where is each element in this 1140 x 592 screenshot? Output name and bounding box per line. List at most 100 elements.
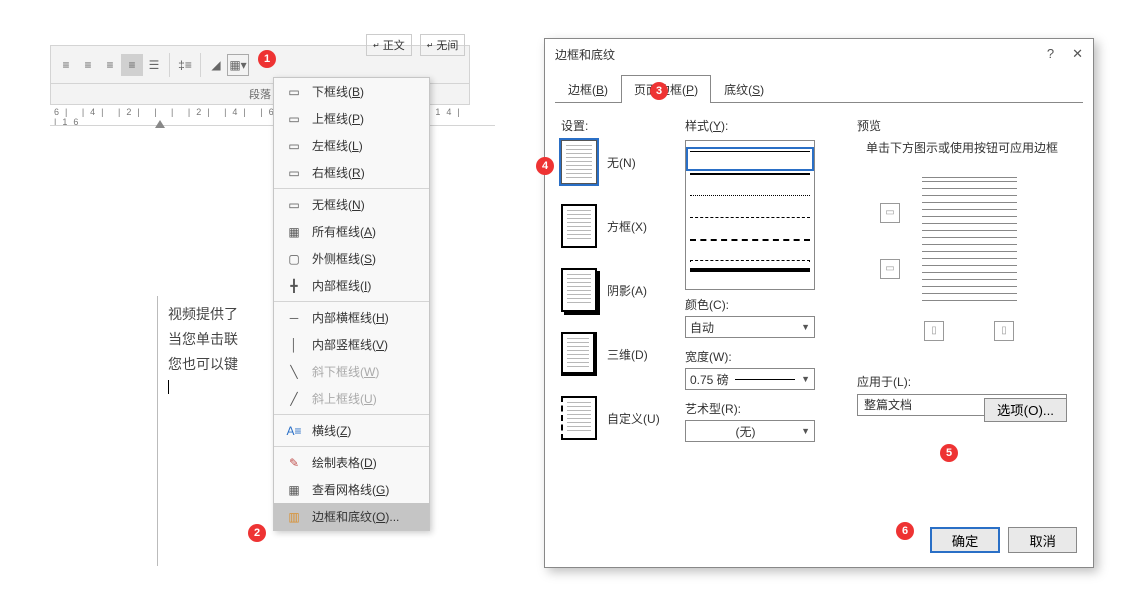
dialog-footer: 确定 取消 [930, 527, 1077, 553]
setting-custom[interactable]: 自定义(U) [561, 396, 681, 440]
borders-dropdown-menu: ▭下框线(B) ▭上框线(P) ▭左框线(L) ▭右框线(R) ▭无框线(N) … [273, 77, 430, 531]
none-icon [561, 140, 597, 184]
color-label: 颜色(C): [685, 296, 845, 313]
all-borders-icon: ▦ [284, 224, 304, 240]
style-dashed[interactable] [690, 217, 810, 233]
preview-left-border-button[interactable]: ▯ [924, 321, 944, 341]
menu-top-border[interactable]: ▭上框线(P) [274, 105, 429, 132]
setting-box[interactable]: 方框(X) [561, 204, 681, 248]
style-dash-dot[interactable] [690, 261, 810, 262]
menu-separator [274, 301, 429, 302]
line-spacing-icon[interactable]: ‡≡ [174, 54, 196, 76]
settings-column: 设置: 无(N) 方框(X) 阴影(A) 三维(D) 自定义(U) [561, 117, 681, 460]
separator [200, 53, 201, 77]
dialog-title: 边框和底纹 [555, 46, 615, 63]
setting-none[interactable]: 无(N) [561, 140, 681, 184]
style-dashed-long[interactable] [690, 239, 810, 255]
distribute-icon[interactable]: ☰ [143, 54, 165, 76]
bottom-border-icon: ▭ [284, 84, 304, 100]
preview-label: 预览 [857, 117, 1067, 134]
inside-horizontal-icon: ─ [284, 310, 304, 326]
setting-3d[interactable]: 三维(D) [561, 332, 681, 376]
menu-no-border[interactable]: ▭无框线(N) [274, 191, 429, 218]
preview-page-icon[interactable] [922, 173, 1017, 303]
menu-separator [274, 414, 429, 415]
style-dotted[interactable] [690, 195, 810, 211]
art-label: 艺术型(R): [685, 400, 845, 417]
draw-table-icon: ✎ [284, 455, 304, 471]
preview-bottom-border-button[interactable]: ▭ [880, 259, 900, 279]
preview-top-border-button[interactable]: ▭ [880, 203, 900, 223]
text-cursor [168, 380, 169, 394]
menu-inside-horizontal[interactable]: ─内部横框线(H) [274, 304, 429, 331]
style-solid-thick[interactable] [690, 268, 810, 284]
inside-borders-icon: ╋ [284, 278, 304, 294]
menu-outside-borders[interactable]: ▢外侧框线(S) [274, 245, 429, 272]
width-combo[interactable]: 0.75 磅▼ [685, 368, 815, 390]
style-nospacing[interactable]: ↵无间 [420, 34, 466, 56]
ruler-indent-marker[interactable] [155, 120, 165, 128]
menu-inside-vertical[interactable]: │内部竖框线(V) [274, 331, 429, 358]
menu-horizontal-line[interactable]: A≡横线(Z) [274, 417, 429, 444]
dialog-titlebar: 边框和底纹 ? ✕ [545, 39, 1093, 69]
apply-label: 应用于(L): [857, 373, 1067, 390]
menu-draw-table[interactable]: ✎绘制表格(D) [274, 449, 429, 476]
art-combo[interactable]: (无)▼ [685, 420, 815, 442]
cancel-button[interactable]: 取消 [1008, 527, 1077, 553]
style-solid-med[interactable] [690, 173, 810, 189]
dialog-tabs: 边框(B) 页面边框(P) 底纹(S) [555, 75, 1083, 103]
annotation-badge-5: 5 [940, 444, 958, 462]
annotation-badge-3: 3 [650, 82, 668, 100]
box-icon [561, 204, 597, 248]
options-button[interactable]: 选项(O)... [984, 398, 1067, 422]
preview-diagram: ▭ ▭ ▯ ▯ [872, 173, 1052, 353]
setting-shadow[interactable]: 阴影(A) [561, 268, 681, 312]
chevron-down-icon: ▼ [801, 322, 810, 332]
gridlines-icon: ▦ [284, 482, 304, 498]
diagonal-down-icon: ╲ [284, 364, 304, 380]
horizontal-line-icon: A≡ [284, 423, 304, 439]
close-button[interactable]: ✕ [1072, 46, 1083, 62]
justify-icon[interactable]: ≡ [121, 54, 143, 76]
annotation-badge-6: 6 [896, 522, 914, 540]
left-border-icon: ▭ [284, 138, 304, 154]
style-solid-thin[interactable] [690, 151, 810, 167]
borders-shading-dialog: 边框和底纹 ? ✕ 边框(B) 页面边框(P) 底纹(S) 设置: 无(N) 方… [544, 38, 1094, 568]
style-column: 样式(Y): 颜色(C): 自动▼ 宽度(W): 0.75 磅▼ 艺术型(R):… [685, 117, 845, 452]
style-gallery: ↵正文 ↵无间 [366, 34, 465, 56]
shadow-icon [561, 268, 597, 312]
outside-borders-icon: ▢ [284, 251, 304, 267]
menu-view-gridlines[interactable]: ▦查看网格线(G) [274, 476, 429, 503]
menu-diagonal-up: ╱斜上框线(U) [274, 385, 429, 412]
preview-right-border-button[interactable]: ▯ [994, 321, 1014, 341]
align-left-icon[interactable]: ≡ [55, 54, 77, 76]
chevron-down-icon: ▼ [801, 426, 810, 436]
tab-border[interactable]: 边框(B) [555, 75, 621, 103]
borders-dropdown-button[interactable]: ▦▾ [227, 54, 249, 76]
menu-separator [274, 446, 429, 447]
help-button[interactable]: ? [1047, 46, 1054, 62]
line-style-list[interactable] [685, 140, 815, 290]
menu-all-borders[interactable]: ▦所有框线(A) [274, 218, 429, 245]
menu-borders-and-shading[interactable]: ▥边框和底纹(O)... [274, 503, 429, 530]
annotation-badge-4: 4 [536, 157, 554, 175]
borders-shading-icon: ▥ [284, 509, 304, 525]
menu-right-border[interactable]: ▭右框线(R) [274, 159, 429, 186]
inside-vertical-icon: │ [284, 337, 304, 353]
tab-shading[interactable]: 底纹(S) [711, 75, 777, 103]
style-normal[interactable]: ↵正文 [366, 34, 412, 56]
color-combo[interactable]: 自动▼ [685, 316, 815, 338]
ok-button[interactable]: 确定 [930, 527, 1001, 553]
menu-inside-borders[interactable]: ╋内部框线(I) [274, 272, 429, 299]
preview-hint: 单击下方图示或使用按钮可应用边框 [857, 140, 1067, 157]
align-center-icon[interactable]: ≡ [77, 54, 99, 76]
menu-separator [274, 188, 429, 189]
no-border-icon: ▭ [284, 197, 304, 213]
menu-left-border[interactable]: ▭左框线(L) [274, 132, 429, 159]
annotation-badge-1: 1 [258, 50, 276, 68]
align-right-icon[interactable]: ≡ [99, 54, 121, 76]
top-border-icon: ▭ [284, 111, 304, 127]
menu-bottom-border[interactable]: ▭下框线(B) [274, 78, 429, 105]
separator [169, 53, 170, 77]
shading-icon[interactable]: ◢ [205, 54, 227, 76]
